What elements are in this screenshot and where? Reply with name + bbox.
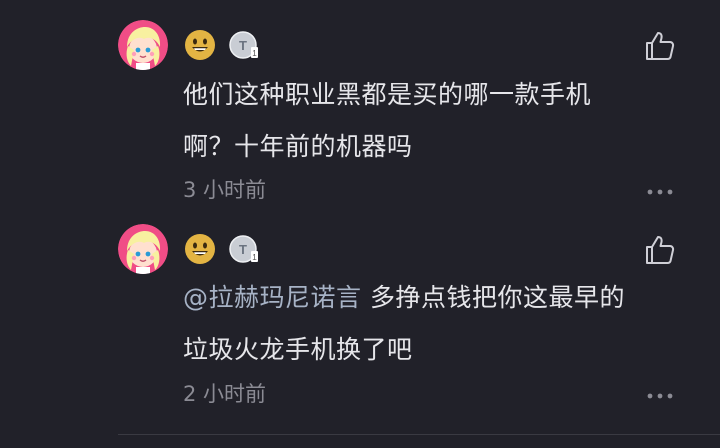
svg-text:T: T [239,38,247,53]
comment-text: @拉赫玛尼诺言 多挣点钱把你这最早的 垃圾火龙手机换了吧 [183,272,653,376]
svg-text:T: T [239,242,247,257]
svg-text:1: 1 [252,253,257,262]
comment-line: 垃圾火龙手机换了吧 [183,335,413,364]
avatar[interactable] [118,224,168,274]
level-t-badge-icon: T 1 [229,234,259,264]
comment-line: 他们这种职业黑都是买的哪一款手机 [183,80,592,109]
comment-line: 啊？十年前的机器吗 [183,132,413,161]
comment-list: T 1 他们这种职业黑都是买的哪一款手机 啊？十年前的机器吗 3 小时前 T 1… [0,0,720,448]
level-t-badge-icon: T 1 [229,30,259,60]
more-options-icon[interactable] [646,386,674,399]
timestamp: 3 小时前 [183,178,267,202]
mention-link[interactable]: @拉赫玛尼诺言 [183,283,362,312]
comment-line: @拉赫玛尼诺言 多挣点钱把你这最早的 [183,272,653,324]
comment-line-rest: 多挣点钱把你这最早的 [369,283,625,312]
grinning-face-icon [184,29,216,61]
thumbs-up-icon[interactable] [643,29,677,63]
avatar[interactable] [118,20,168,70]
divider [118,434,720,435]
thumbs-up-icon[interactable] [643,233,677,267]
comment-text: 他们这种职业黑都是买的哪一款手机 啊？十年前的机器吗 [183,69,653,173]
svg-text:1: 1 [252,49,257,58]
grinning-face-icon [184,233,216,265]
more-options-icon[interactable] [646,182,674,195]
timestamp: 2 小时前 [183,382,267,406]
